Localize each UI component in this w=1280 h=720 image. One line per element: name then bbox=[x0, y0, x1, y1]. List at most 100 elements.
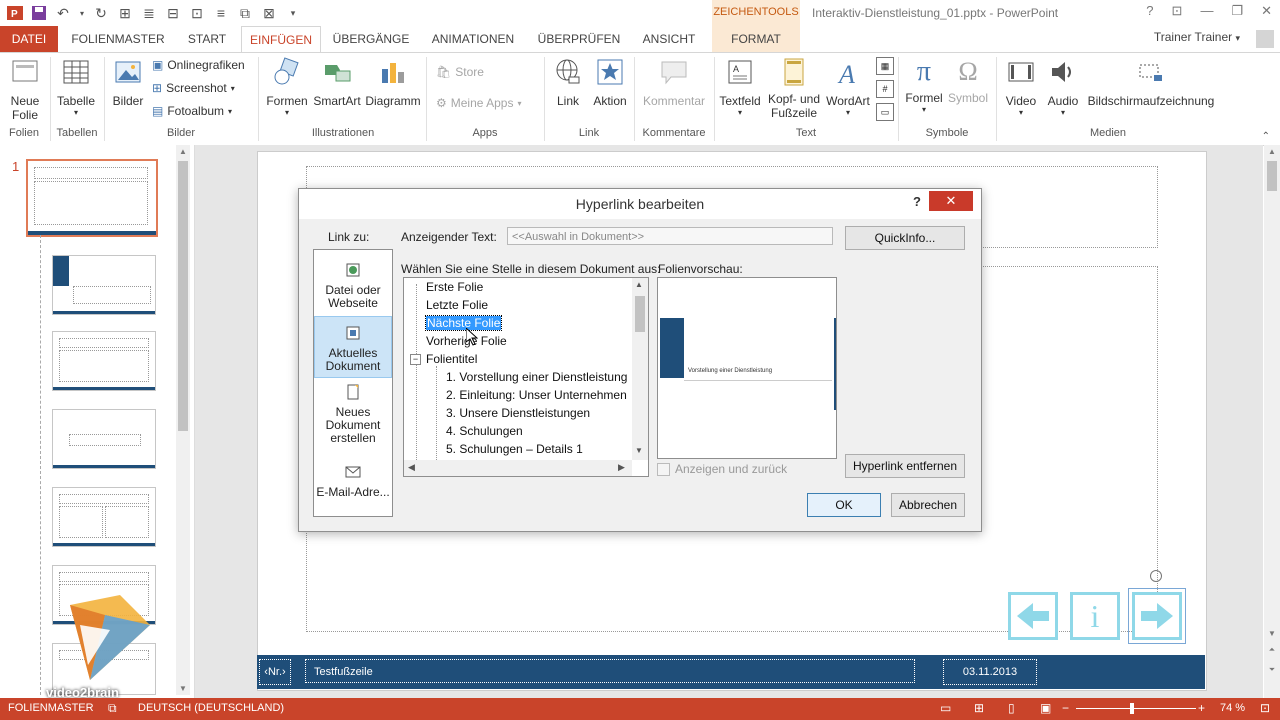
header-footer-button[interactable]: Kopf- und Fußzeile bbox=[766, 57, 822, 120]
scroll-up-icon[interactable]: ▲ bbox=[178, 147, 188, 156]
tree-vertical-scrollbar[interactable]: ▲ ▼ bbox=[632, 278, 648, 460]
zoom-out-icon[interactable]: − bbox=[1062, 701, 1069, 715]
language-indicator[interactable]: DEUTSCH (DEUTSCHLAND) bbox=[138, 702, 284, 714]
center-icon[interactable]: ≡ bbox=[212, 4, 230, 22]
scrollbar-thumb[interactable] bbox=[635, 296, 645, 332]
footer-date[interactable]: 03.11.2013 bbox=[943, 659, 1037, 685]
tree-item-first-slide[interactable]: Erste Folie bbox=[426, 280, 483, 294]
link-button[interactable]: Link bbox=[550, 57, 586, 108]
dialog-help-button[interactable]: ? bbox=[913, 194, 921, 209]
link-to-email[interactable]: E-Mail-Adre... bbox=[314, 464, 392, 499]
link-to-new-document[interactable]: Neues Dokument erstellen bbox=[314, 384, 392, 445]
footer-slide-number[interactable]: ‹Nr.› bbox=[259, 659, 291, 685]
tree-item-slide-titles[interactable]: Folientitel bbox=[426, 352, 477, 366]
new-slide-button[interactable]: Neue Folie bbox=[4, 57, 46, 122]
arrange-icon[interactable]: ⧉ bbox=[236, 4, 254, 22]
close-window-icon[interactable]: ✕ bbox=[1261, 3, 1272, 19]
scroll-up-icon[interactable]: ▲ bbox=[635, 280, 643, 289]
symbol-button[interactable]: Ω Symbol bbox=[946, 57, 990, 105]
audio-button[interactable]: Audio ▾ bbox=[1042, 57, 1084, 117]
minimize-icon[interactable]: — bbox=[1200, 3, 1213, 19]
customize-qat-icon[interactable]: ▾ bbox=[284, 4, 302, 22]
tree-item-next-slide[interactable]: Nächste Folie bbox=[424, 315, 503, 331]
comment-button[interactable]: Kommentar bbox=[638, 57, 710, 108]
scrollbar-thumb[interactable] bbox=[1267, 161, 1277, 191]
start-presentation-icon[interactable]: ⊞ bbox=[116, 4, 134, 22]
my-apps-button[interactable]: ⚙ Meine Apps ▾ bbox=[436, 96, 522, 110]
previous-slide-icon[interactable]: ⏶ bbox=[1267, 645, 1277, 655]
slideshow-icon[interactable]: ▣ bbox=[1040, 701, 1051, 715]
smartart-button[interactable]: SmartArt bbox=[312, 57, 362, 108]
link-to-file-webpage[interactable]: Datei oder Webseite bbox=[314, 262, 392, 310]
normal-view-icon[interactable]: ▭ bbox=[940, 701, 951, 715]
tree-item-slide-title[interactable]: 5. Schulungen – Details 1 bbox=[446, 442, 583, 456]
ok-button[interactable]: OK bbox=[807, 493, 881, 517]
tree-item-last-slide[interactable]: Letzte Folie bbox=[426, 298, 488, 312]
back-nav-button[interactable] bbox=[1008, 592, 1058, 640]
store-button[interactable]: 🛍 Store bbox=[436, 65, 484, 79]
spelling-icon[interactable]: ⧉ bbox=[108, 701, 117, 716]
footer-text[interactable]: Testfußzeile bbox=[305, 659, 915, 683]
online-pictures-button[interactable]: ▣ Onlinegrafiken bbox=[152, 58, 245, 72]
canvas-scrollbar[interactable]: ▲ ▼ ⏶ ⏷ bbox=[1264, 145, 1280, 698]
redo-icon[interactable]: ↻ bbox=[92, 4, 110, 22]
date-time-icon[interactable]: ▦ bbox=[876, 57, 894, 75]
object-icon[interactable]: ▭ bbox=[876, 103, 894, 121]
collapse-node-icon[interactable]: − bbox=[410, 354, 421, 365]
undo-icon[interactable]: ↶ bbox=[54, 4, 72, 22]
equation-button[interactable]: π Formel ▾ bbox=[902, 57, 946, 115]
help-button[interactable]: ? bbox=[1146, 3, 1153, 19]
ungroup-icon[interactable]: ⊠ bbox=[260, 4, 278, 22]
tab-datei[interactable]: DATEI bbox=[0, 26, 58, 52]
place-in-document-tree[interactable]: Erste Folie Letzte Folie Nächste Folie V… bbox=[403, 277, 649, 477]
ribbon-display-options-icon[interactable]: ⊡ bbox=[1172, 3, 1183, 19]
scroll-down-icon[interactable]: ▼ bbox=[635, 446, 643, 455]
photo-album-button[interactable]: ▤ Fotoalbum ▾ bbox=[152, 104, 232, 118]
scroll-up-icon[interactable]: ▲ bbox=[1267, 147, 1277, 156]
scroll-down-icon[interactable]: ▼ bbox=[178, 684, 188, 693]
remove-hyperlink-button[interactable]: Hyperlink entfernen bbox=[845, 454, 965, 478]
cancel-button[interactable]: Abbrechen bbox=[891, 493, 965, 517]
rotate-handle-icon[interactable] bbox=[1150, 570, 1162, 582]
layout-thumbnail[interactable] bbox=[52, 409, 156, 469]
tab-ueberpruefen[interactable]: ÜBERPRÜFEN bbox=[532, 26, 626, 52]
screen-recording-button[interactable]: Bildschirmaufzeichnung bbox=[1086, 57, 1216, 108]
scrollbar-thumb[interactable] bbox=[178, 161, 188, 431]
slide-panel-scrollbar[interactable]: ▲ ▼ bbox=[176, 145, 190, 695]
next-nav-button[interactable] bbox=[1128, 588, 1186, 644]
group-icon[interactable]: ⊡ bbox=[188, 4, 206, 22]
video-button[interactable]: Video ▾ bbox=[1000, 57, 1042, 117]
textbox-button[interactable]: A Textfeld ▾ bbox=[716, 57, 764, 117]
zoom-slider-handle[interactable] bbox=[1130, 703, 1134, 714]
tab-einfuegen[interactable]: EINFÜGEN bbox=[241, 26, 321, 54]
fit-to-window-icon[interactable]: ⊡ bbox=[1260, 701, 1270, 715]
show-and-return-checkbox[interactable] bbox=[657, 462, 670, 476]
layout-thumbnail[interactable] bbox=[52, 487, 156, 547]
link-to-current-document[interactable]: Aktuelles Dokument bbox=[314, 316, 392, 378]
tree-item-slide-title[interactable]: 4. Schulungen bbox=[446, 424, 523, 438]
tab-uebergaenge[interactable]: ÜBERGÄNGE bbox=[326, 26, 416, 52]
slide-sorter-icon[interactable]: ⊞ bbox=[974, 701, 984, 715]
tree-horizontal-scrollbar[interactable]: ◀ ▶ bbox=[404, 460, 632, 476]
restore-icon[interactable]: ❐ bbox=[1231, 3, 1243, 19]
dialog-close-button[interactable]: ✕ bbox=[929, 191, 973, 211]
tree-item-slide-title[interactable]: 1. Vorstellung einer Dienstleistung bbox=[446, 370, 627, 384]
slide-number-icon[interactable]: # bbox=[876, 80, 894, 98]
chart-button[interactable]: Diagramm bbox=[364, 57, 422, 108]
layout-thumbnail[interactable] bbox=[52, 255, 156, 315]
shapes-button[interactable]: Formen ▾ bbox=[264, 57, 310, 117]
tab-format[interactable]: FORMAT bbox=[716, 26, 796, 52]
tree-item-slide-title[interactable]: 2. Einleitung: Unser Unternehmen bbox=[446, 388, 627, 402]
table-button[interactable]: Tabelle ▾ bbox=[54, 57, 98, 117]
save-icon[interactable] bbox=[30, 4, 48, 22]
reading-view-icon[interactable]: ▯ bbox=[1008, 701, 1015, 715]
tab-animationen[interactable]: ANIMATIONEN bbox=[424, 26, 522, 52]
zoom-in-icon[interactable]: + bbox=[1198, 701, 1205, 715]
collapse-ribbon-icon[interactable]: ⌃ bbox=[1262, 131, 1270, 142]
scroll-down-icon[interactable]: ▼ bbox=[1267, 629, 1277, 638]
show-and-return-option[interactable]: Anzeigen und zurück bbox=[657, 462, 787, 476]
zoom-level[interactable]: 74 % bbox=[1220, 702, 1245, 714]
wordart-button[interactable]: A WordArt ▾ bbox=[824, 57, 872, 117]
user-account[interactable]: Trainer Trainer ▾ bbox=[1154, 30, 1240, 44]
info-nav-button[interactable]: i bbox=[1070, 592, 1120, 640]
